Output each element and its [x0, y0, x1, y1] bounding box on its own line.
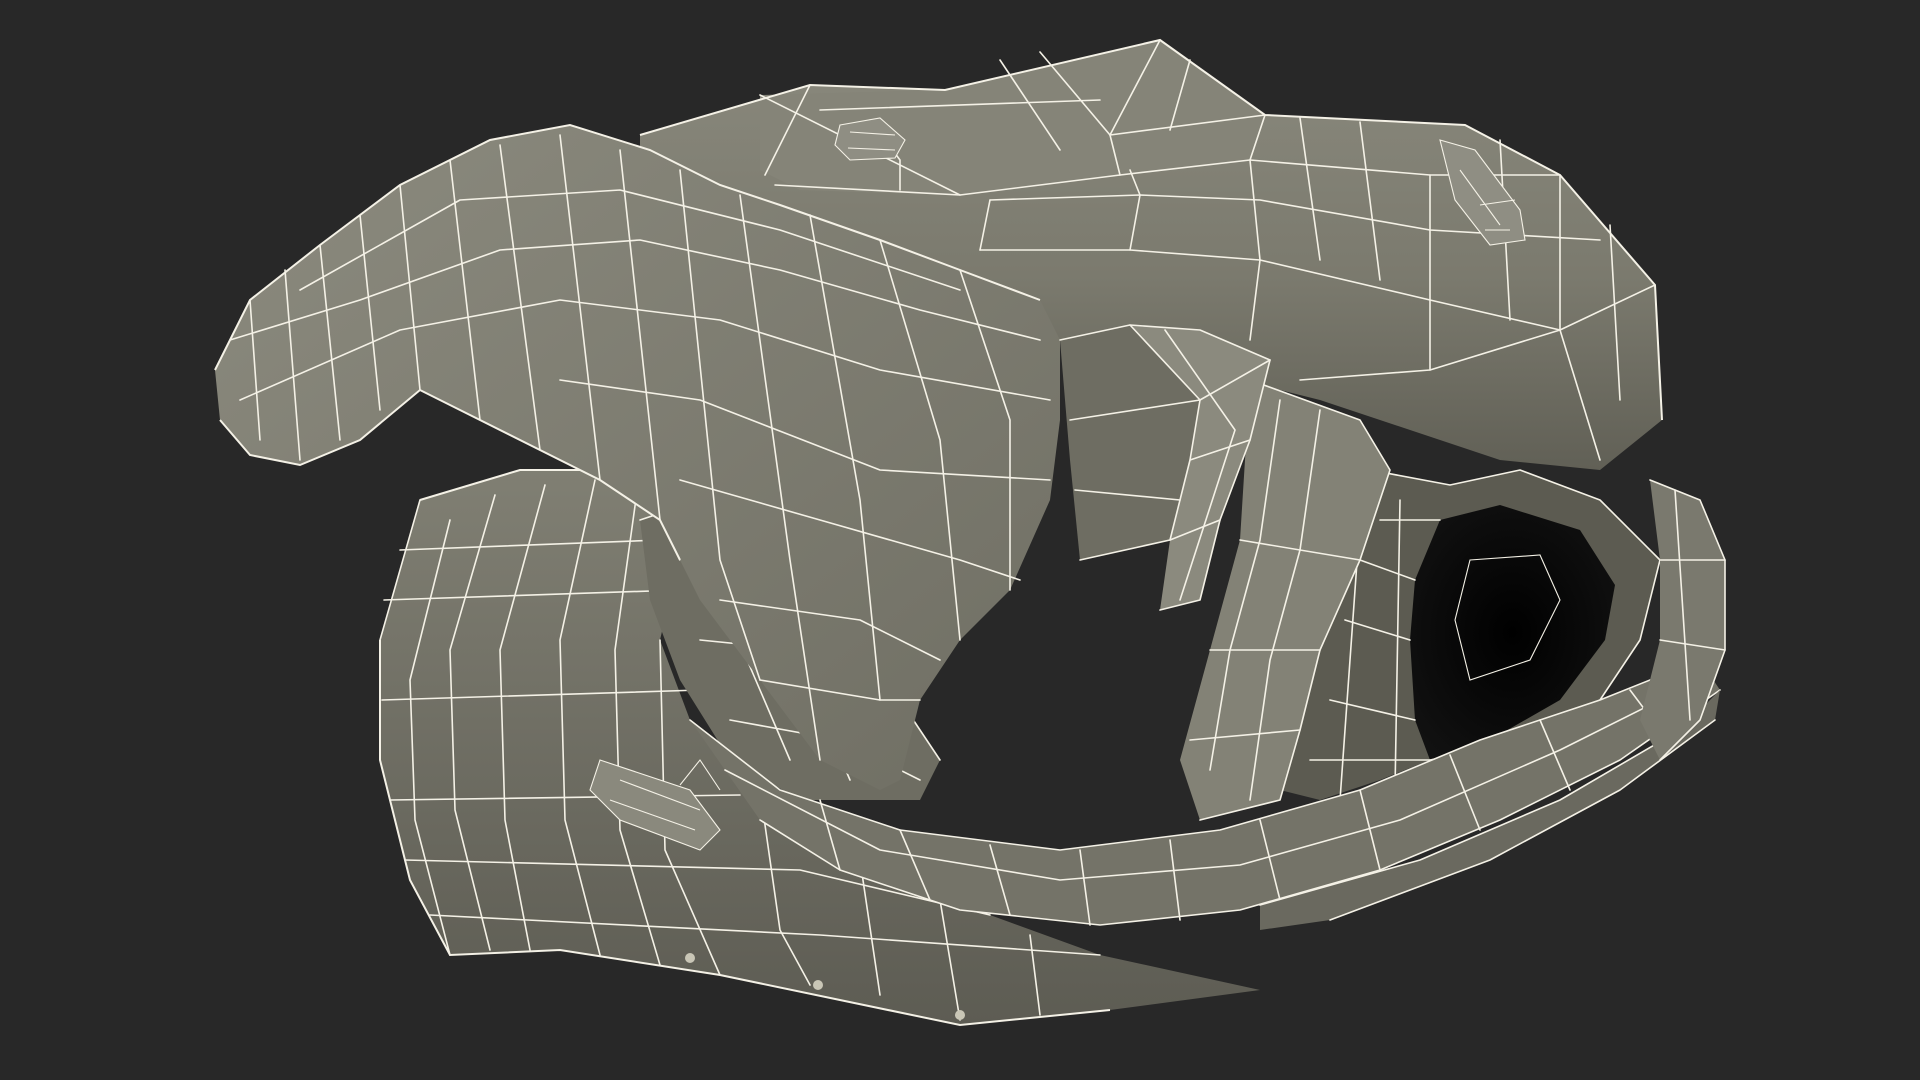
render-viewport: [0, 0, 1920, 1080]
helmet-model: [214, 38, 1726, 1027]
